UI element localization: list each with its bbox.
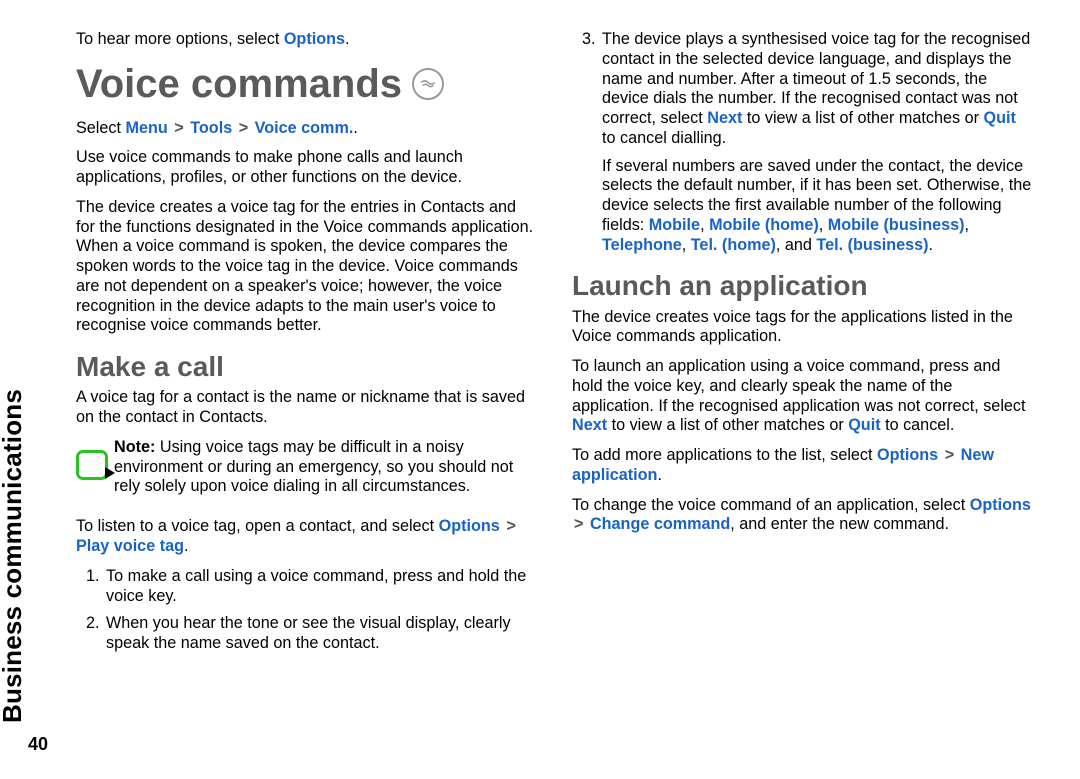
paragraph: The device creates voice tags for the ap… <box>572 308 1032 348</box>
listen-voice-tag-line: To listen to a voice tag, open a contact… <box>76 517 536 557</box>
play-voice-tag-link: Play voice tag <box>76 537 184 555</box>
subheading-make-a-call: Make a call <box>76 350 536 384</box>
subheading-launch-app: Launch an application <box>572 269 1032 303</box>
text: . <box>657 466 662 484</box>
text: Using voice tags may be difficult in a n… <box>114 438 513 496</box>
text: To change the voice command of an applic… <box>572 496 970 514</box>
column-left: To hear more options, select Options. Vo… <box>76 30 536 662</box>
text: . <box>345 30 350 48</box>
text: Select <box>76 119 126 137</box>
text: to cancel. <box>881 416 955 434</box>
note-icon <box>76 450 108 480</box>
options-link: Options <box>877 446 938 464</box>
options-link: Options <box>439 517 500 535</box>
nav-tools: Tools <box>190 119 232 137</box>
steps-list: To make a call using a voice command, pr… <box>76 567 536 654</box>
page-number: 40 <box>28 734 48 755</box>
note-block: Note: Using voice tags may be difficult … <box>76 438 536 507</box>
paragraph: To launch an application using a voice c… <box>572 357 1032 436</box>
text: . <box>929 236 934 254</box>
text: To launch an application using a voice c… <box>572 357 1026 415</box>
breadcrumb-path: Select Menu > Tools > Voice comm.. <box>76 119 536 139</box>
chevron-right-icon: > <box>943 446 956 464</box>
paragraph: A voice tag for a contact is the name or… <box>76 388 536 428</box>
paragraph: The device creates a voice tag for the e… <box>76 198 536 336</box>
voice-icon <box>412 68 444 100</box>
text: , and enter the new command. <box>730 515 949 533</box>
chevron-right-icon: > <box>572 515 585 533</box>
intro-options-line: To hear more options, select Options. <box>76 30 536 50</box>
chevron-right-icon: > <box>504 517 517 535</box>
list-item: To make a call using a voice command, pr… <box>104 567 536 607</box>
text: to cancel dialling. <box>602 129 726 147</box>
options-link: Options <box>970 496 1031 514</box>
next-link: Next <box>572 416 607 434</box>
paragraph: Use voice commands to make phone calls a… <box>76 148 536 188</box>
list-item: When you hear the tone or see the visual… <box>104 614 536 654</box>
nav-menu: Menu <box>126 119 168 137</box>
text: To add more applications to the list, se… <box>572 446 877 464</box>
field-tel-home: Tel. (home) <box>691 236 776 254</box>
text: . <box>184 537 189 555</box>
field-mobile: Mobile <box>649 216 700 234</box>
nav-voice-comm: Voice comm. <box>255 119 354 137</box>
text: . <box>353 119 358 137</box>
page-title: Voice commands <box>76 60 536 109</box>
field-tel-business: Tel. (business) <box>816 236 928 254</box>
column-right: The device plays a synthesised voice tag… <box>572 30 1032 662</box>
next-link: Next <box>707 109 742 127</box>
chevron-right-icon: > <box>172 119 185 137</box>
list-item: The device plays a synthesised voice tag… <box>600 30 1032 255</box>
title-text: Voice commands <box>76 60 402 109</box>
section-tab: Business communications <box>0 389 28 723</box>
field-telephone: Telephone <box>602 236 682 254</box>
paragraph: If several numbers are saved under the c… <box>602 157 1032 256</box>
quit-link: Quit <box>983 109 1015 127</box>
text-columns: To hear more options, select Options. Vo… <box>76 30 1044 662</box>
note-label: Note: <box>114 438 155 456</box>
manual-page: Business communications 40 To hear more … <box>0 0 1080 779</box>
paragraph: To change the voice command of an applic… <box>572 496 1032 536</box>
text: To hear more options, select <box>76 30 284 48</box>
text: To listen to a voice tag, open a contact… <box>76 517 439 535</box>
note-text: Note: Using voice tags may be difficult … <box>114 438 536 497</box>
chevron-right-icon: > <box>237 119 250 137</box>
paragraph: To add more applications to the list, se… <box>572 446 1032 486</box>
quit-link: Quit <box>848 416 880 434</box>
field-mobile-home: Mobile (home) <box>709 216 819 234</box>
text: , and <box>776 236 817 254</box>
text: to view a list of other matches or <box>742 109 983 127</box>
text: to view a list of other matches or <box>607 416 848 434</box>
change-command-link: Change command <box>590 515 730 533</box>
options-link: Options <box>284 30 345 48</box>
field-mobile-business: Mobile (business) <box>828 216 965 234</box>
steps-list-cont: The device plays a synthesised voice tag… <box>572 30 1032 255</box>
